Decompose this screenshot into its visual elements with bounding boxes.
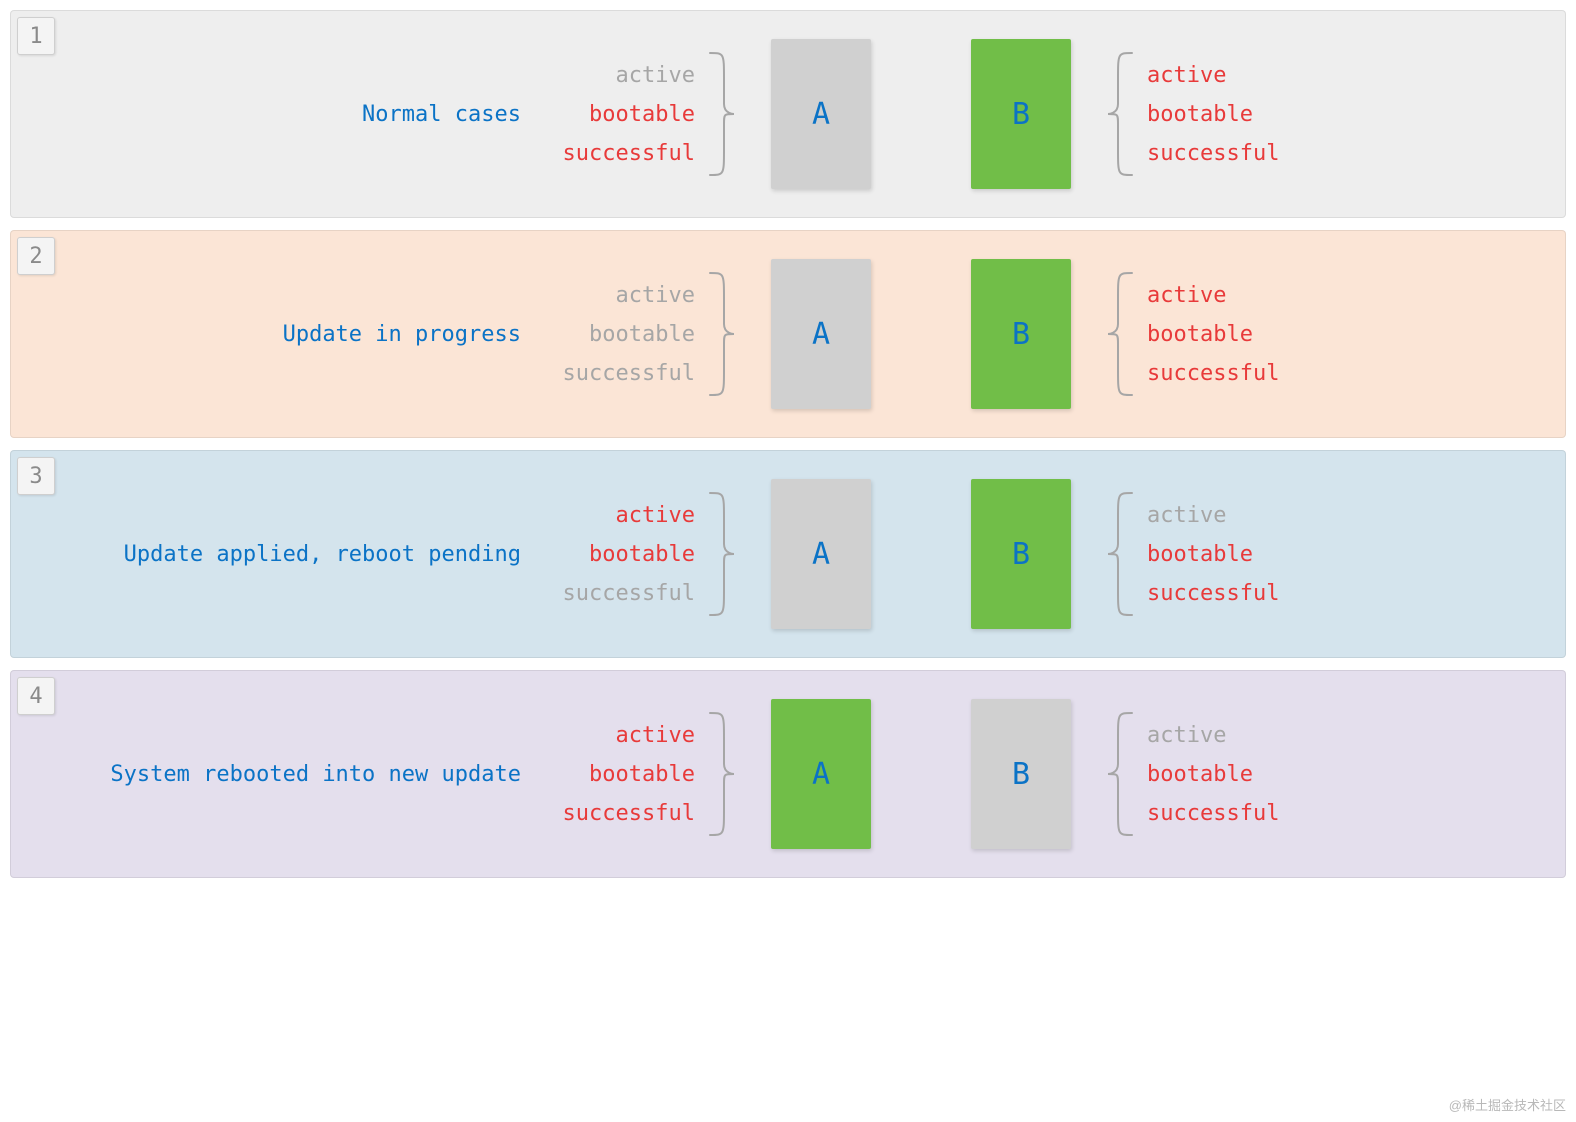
attr-active: active <box>1147 499 1226 532</box>
slot-a-attrs: active bootable successful <box>531 59 701 170</box>
state-row-2: 2 Update in progress active bootable success… <box>10 230 1566 438</box>
attr-successful: successful <box>1147 797 1279 830</box>
attr-bootable: bootable <box>1147 318 1253 351</box>
attr-successful: successful <box>1147 137 1279 170</box>
state-row-1: 1 Normal cases active bootable successful AB… <box>10 10 1566 218</box>
row-title: Update in progress <box>31 322 531 347</box>
attr-successful: successful <box>563 357 695 390</box>
attr-active: active <box>1147 279 1226 312</box>
row-number: 4 <box>17 677 55 715</box>
brace-right-icon <box>701 269 741 399</box>
slot-b: B <box>971 699 1071 849</box>
slot-b-attrs: active bootable successful <box>1141 499 1311 610</box>
attr-bootable: bootable <box>1147 758 1253 791</box>
slot-a: A <box>771 259 871 409</box>
state-row-3: 3 Update applied, reboot pending active boo… <box>10 450 1566 658</box>
attr-active: active <box>616 59 695 92</box>
attr-bootable: bootable <box>589 758 695 791</box>
state-row-4: 4 System rebooted into new update active bo… <box>10 670 1566 878</box>
attr-active: active <box>616 279 695 312</box>
slot-b: B <box>971 259 1071 409</box>
brace-right-icon <box>701 709 741 839</box>
row-title: Normal cases <box>31 102 531 127</box>
slot-b-attrs: active bootable successful <box>1141 719 1311 830</box>
brace-left-icon <box>1101 269 1141 399</box>
slot-a: A <box>771 479 871 629</box>
attr-successful: successful <box>563 137 695 170</box>
attr-bootable: bootable <box>1147 98 1253 131</box>
brace-left-icon <box>1101 709 1141 839</box>
brace-left-icon <box>1101 49 1141 179</box>
brace-right-icon <box>701 489 741 619</box>
slot-b: B <box>971 39 1071 189</box>
attr-successful: successful <box>563 797 695 830</box>
attr-active: active <box>616 719 695 752</box>
slot-a: A <box>771 699 871 849</box>
slot-b-attrs: active bootable successful <box>1141 59 1311 170</box>
watermark: @稀土掘金技术社区 <box>1449 1095 1566 1114</box>
attr-active: active <box>1147 719 1226 752</box>
brace-left-icon <box>1101 489 1141 619</box>
attr-successful: successful <box>1147 357 1279 390</box>
attr-bootable: bootable <box>589 538 695 571</box>
attr-bootable: bootable <box>1147 538 1253 571</box>
row-number: 1 <box>17 17 55 55</box>
slot-a-attrs: active bootable successful <box>531 499 701 610</box>
attr-bootable: bootable <box>589 98 695 131</box>
attr-successful: successful <box>1147 577 1279 610</box>
slot-a: A <box>771 39 871 189</box>
row-number: 3 <box>17 457 55 495</box>
slot-a-attrs: active bootable successful <box>531 279 701 390</box>
brace-right-icon <box>701 49 741 179</box>
row-number: 2 <box>17 237 55 275</box>
attr-bootable: bootable <box>589 318 695 351</box>
slot-a-attrs: active bootable successful <box>531 719 701 830</box>
attr-successful: successful <box>563 577 695 610</box>
row-title: System rebooted into new update <box>31 762 531 787</box>
slot-b: B <box>971 479 1071 629</box>
attr-active: active <box>616 499 695 532</box>
row-title: Update applied, reboot pending <box>31 542 531 567</box>
attr-active: active <box>1147 59 1226 92</box>
slot-b-attrs: active bootable successful <box>1141 279 1311 390</box>
